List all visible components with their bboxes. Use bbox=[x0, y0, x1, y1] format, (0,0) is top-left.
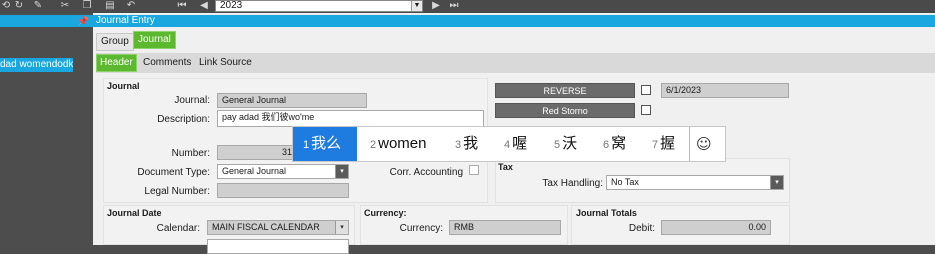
left-selected-item[interactable]: dad womendodko bbox=[0, 58, 73, 72]
copy-icon[interactable]: ❐ bbox=[81, 0, 93, 12]
ime-divider bbox=[689, 127, 690, 161]
left-panel-header: 📌 bbox=[0, 15, 93, 27]
clear-icon[interactable]: ✎ bbox=[32, 0, 44, 12]
last-record-icon[interactable]: ⏭ bbox=[448, 0, 460, 12]
red-storno-checkbox[interactable] bbox=[641, 105, 651, 115]
ime-candidate-6[interactable]: 6窝 bbox=[603, 127, 626, 161]
chevron-down-icon[interactable]: ▾ bbox=[770, 176, 783, 189]
chevron-down-icon[interactable]: ▾ bbox=[335, 221, 348, 234]
refresh-icon[interactable]: ↻ bbox=[13, 0, 25, 12]
tax-handling-select[interactable]: No Tax ▾ bbox=[606, 175, 784, 190]
ime-candidate-4[interactable]: 4喔 bbox=[504, 127, 527, 161]
calendar-label: Calendar: bbox=[156, 223, 200, 234]
tab-journal[interactable]: Journal bbox=[133, 31, 176, 49]
year-value: 2023 bbox=[220, 0, 243, 11]
window-title: Journal Entry bbox=[93, 15, 935, 27]
ime-candidate-3[interactable]: 3我 bbox=[455, 127, 478, 161]
subtab-comments[interactable]: Comments bbox=[140, 54, 194, 72]
cut-icon[interactable]: ✂ bbox=[59, 0, 71, 12]
toolbar: ⟲ ↻ ✎ ✂ ❐ ▤ ↶ ⏮ ◀ 2023 ▼ ▶ ⏭ bbox=[0, 0, 935, 13]
corr-accounting-label: Corr. Accounting bbox=[389, 167, 463, 178]
chevron-down-icon[interactable]: ▼ bbox=[411, 1, 422, 11]
reverse-button[interactable]: REVERSE bbox=[495, 83, 635, 98]
tab-group[interactable]: Group bbox=[96, 33, 134, 51]
journal-date-section-title: Journal Date bbox=[107, 208, 162, 218]
paste-icon[interactable]: ▤ bbox=[104, 0, 116, 12]
left-navigation-panel bbox=[0, 13, 93, 245]
ime-candidate-7[interactable]: 7握 bbox=[652, 127, 675, 161]
history-icon[interactable]: ⟲ bbox=[0, 0, 12, 12]
currency-label: Currency: bbox=[399, 223, 443, 234]
calendar-value: MAIN FISCAL CALENDAR bbox=[212, 222, 320, 232]
calendar-select[interactable]: MAIN FISCAL CALENDAR ▾ bbox=[207, 220, 349, 235]
description-input[interactable]: pay adad 我们彼wo'me bbox=[217, 110, 484, 127]
journal-date-input[interactable] bbox=[207, 239, 349, 254]
legal-number-field[interactable] bbox=[217, 183, 349, 198]
debit-field: 0.00 bbox=[661, 220, 771, 235]
journal-label: Journal: bbox=[174, 95, 210, 106]
ime-candidate-window: 1 我么 2 women 3我 4喔 5沃 6窝 7握 ☺ bbox=[292, 126, 726, 162]
description-label: Description: bbox=[157, 114, 210, 125]
tax-handling-value: No Tax bbox=[611, 177, 639, 187]
pin-icon[interactable]: 📌 bbox=[78, 15, 89, 27]
tax-section-title: Tax bbox=[498, 162, 513, 172]
chevron-down-icon[interactable]: ▾ bbox=[335, 165, 348, 178]
document-type-label: Document Type: bbox=[137, 167, 210, 178]
journal-section-title: Journal bbox=[107, 81, 140, 91]
document-type-value: General Journal bbox=[222, 166, 287, 176]
journal-totals-section-title: Journal Totals bbox=[576, 208, 637, 218]
smiley-icon[interactable]: ☺ bbox=[696, 135, 712, 153]
currency-section-title: Currency: bbox=[364, 208, 407, 218]
red-storno-button[interactable]: Red Storno bbox=[495, 103, 635, 118]
subtab-link-source[interactable]: Link Source bbox=[196, 54, 255, 72]
document-type-select[interactable]: General Journal ▾ bbox=[217, 164, 349, 179]
subtab-header[interactable]: Header bbox=[96, 54, 137, 72]
tax-handling-label: Tax Handling: bbox=[542, 178, 603, 189]
reverse-date-field[interactable]: 6/1/2023 bbox=[661, 83, 789, 98]
currency-field[interactable]: RMB bbox=[449, 220, 561, 235]
next-record-icon[interactable]: ▶ bbox=[430, 0, 442, 12]
ime-candidate-5[interactable]: 5沃 bbox=[554, 127, 577, 161]
reverse-checkbox[interactable] bbox=[641, 85, 651, 95]
first-record-icon[interactable]: ⏮ bbox=[176, 0, 188, 12]
year-select[interactable]: 2023 ▼ bbox=[215, 0, 423, 12]
previous-record-icon[interactable]: ◀ bbox=[198, 0, 210, 12]
number-field[interactable]: 31 bbox=[217, 145, 297, 160]
journal-field[interactable]: General Journal bbox=[217, 93, 367, 108]
number-label: Number: bbox=[171, 148, 210, 159]
ime-candidate-1[interactable]: 1 我么 bbox=[293, 127, 357, 161]
corr-accounting-checkbox[interactable] bbox=[469, 165, 479, 175]
debit-label: Debit: bbox=[628, 223, 655, 234]
ime-candidate-2[interactable]: 2 women bbox=[370, 127, 426, 161]
legal-number-label: Legal Number: bbox=[144, 186, 210, 197]
undo-icon[interactable]: ↶ bbox=[125, 0, 137, 12]
